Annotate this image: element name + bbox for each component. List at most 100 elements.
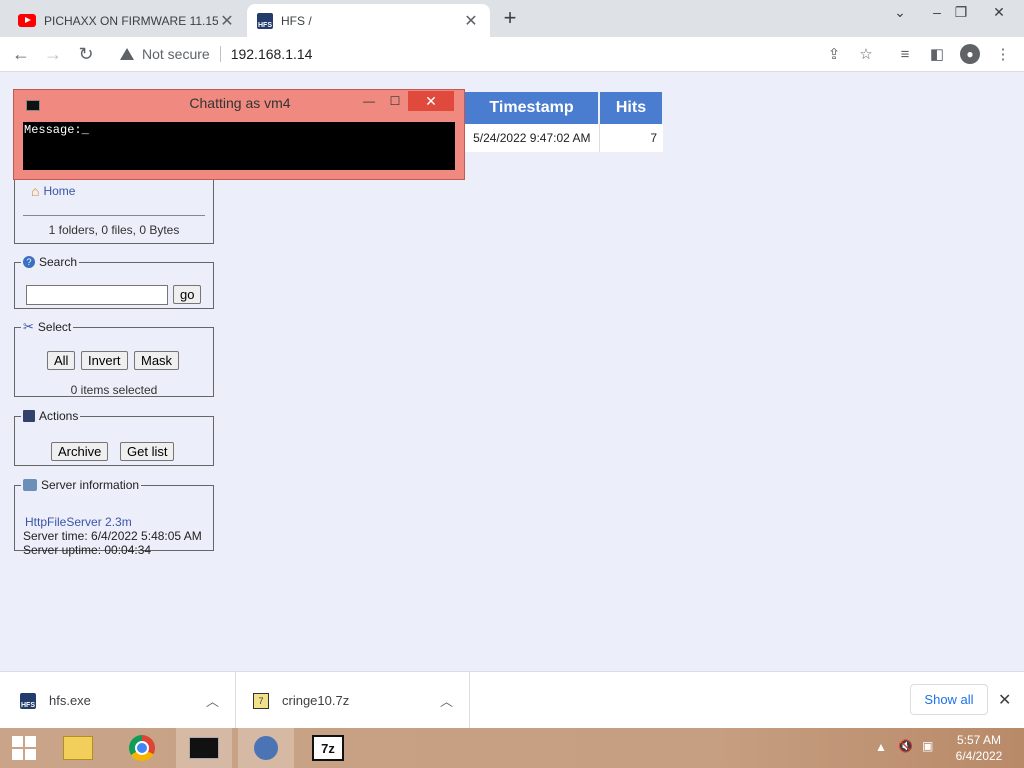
- actions-panel: Actions Archive Get list: [14, 409, 214, 466]
- server-legend: Server information: [21, 478, 141, 492]
- chevron-up-icon[interactable]: ︿: [440, 691, 453, 710]
- browser-toolbar: ← → ↻ Not secure 192.168.1.14 ⇪ ☆ ≡ ◧ ● …: [0, 37, 1024, 72]
- minimize-button[interactable]: —: [356, 91, 382, 111]
- start-button[interactable]: [0, 728, 48, 768]
- actions-label: Actions: [39, 409, 79, 423]
- hfs-icon: HFS: [257, 12, 273, 29]
- taskbar-console[interactable]: [176, 728, 232, 768]
- server-uptime: Server uptime: 00:04:34: [23, 543, 152, 557]
- windows-logo-icon: [12, 736, 36, 760]
- download-item[interactable]: 7 cringe10.7z ︿: [237, 672, 470, 729]
- tab-youtube[interactable]: PICHAXX ON FIRMWARE 11.15 - ✕: [8, 4, 246, 37]
- close-shelf-icon[interactable]: ✕: [998, 690, 1011, 710]
- divider: [23, 215, 205, 216]
- home-link[interactable]: Home: [43, 184, 75, 198]
- speaker-muted-icon[interactable]: 🔇: [898, 739, 913, 753]
- network-icon[interactable]: ▣: [922, 739, 933, 753]
- hfs-globe-icon: [254, 736, 278, 760]
- close-window-button[interactable]: ✕: [984, 2, 1014, 22]
- server-info-panel: Server information HttpFileServer 2.3m S…: [14, 478, 214, 557]
- select-panel: ✂ Select All Invert Mask 0 items selecte…: [14, 319, 214, 397]
- taskbar: 7z ▲ 🔇 ▣ 5:57 AM 6/4/2022: [0, 728, 1024, 768]
- chrome-icon: [129, 735, 155, 761]
- server-label: Server information: [41, 478, 140, 492]
- youtube-icon: [18, 14, 36, 27]
- archive-button[interactable]: Archive: [51, 442, 109, 461]
- download-filename: cringe10.7z: [282, 693, 350, 708]
- save-disk-icon: [23, 410, 35, 422]
- clock[interactable]: 5:57 AM 6/4/2022: [950, 732, 1008, 764]
- tray-overflow-icon[interactable]: ▲: [875, 740, 887, 754]
- close-tab-icon[interactable]: ✕: [462, 12, 480, 30]
- close-button[interactable]: ✕: [408, 91, 454, 111]
- divider: [219, 46, 221, 62]
- table-header-row: Timestamp Hits: [465, 92, 664, 124]
- downloads-shelf: HFS hfs.exe ︿ 7 cringe10.7z ︿ Show all ✕: [0, 671, 1024, 729]
- bookmark-star-icon[interactable]: ☆: [857, 45, 875, 63]
- tab-search-icon[interactable]: ⌄: [885, 2, 915, 22]
- taskbar-file-explorer[interactable]: [50, 728, 106, 768]
- security-label[interactable]: Not secure: [142, 46, 210, 62]
- tab-title: PICHAXX ON FIRMWARE 11.15 -: [44, 13, 218, 28]
- profile-avatar-icon[interactable]: ●: [960, 44, 980, 64]
- server-icon: [23, 479, 37, 491]
- chat-window: Chatting as vm4 — ☐ ✕ Message:_: [13, 89, 465, 180]
- select-legend: ✂ Select: [21, 319, 73, 335]
- address-bar[interactable]: Not secure 192.168.1.14: [108, 40, 888, 68]
- table-row: 5/24/2022 9:47:02 AM 7: [465, 124, 663, 152]
- help-icon: ?: [23, 256, 35, 268]
- forward-button[interactable]: →: [40, 41, 66, 67]
- get-list-button[interactable]: Get list: [120, 442, 175, 461]
- console-icon: [189, 737, 219, 759]
- 7zip-icon: 7z: [312, 735, 344, 761]
- archive-file-icon: 7: [253, 692, 269, 709]
- close-tab-icon[interactable]: ✕: [218, 12, 236, 30]
- home-icon: ⌂: [31, 183, 40, 199]
- back-button[interactable]: ←: [8, 41, 34, 67]
- folder-icon: [63, 736, 93, 760]
- new-tab-button[interactable]: +: [498, 5, 522, 30]
- actions-legend: Actions: [21, 409, 80, 423]
- invert-button[interactable]: Invert: [81, 351, 128, 370]
- restore-button[interactable]: ❐: [946, 2, 976, 22]
- mask-button[interactable]: Mask: [134, 351, 180, 370]
- hfs-icon: HFS: [20, 692, 36, 709]
- timestamp-header[interactable]: Timestamp: [465, 92, 600, 124]
- reload-button[interactable]: ↻: [73, 41, 99, 67]
- download-item[interactable]: HFS hfs.exe ︿: [0, 672, 236, 729]
- search-legend: ? Search: [21, 255, 79, 269]
- taskbar-7zip[interactable]: 7z: [300, 728, 356, 768]
- message-console[interactable]: Message:_: [23, 122, 455, 170]
- hits-cell: 7: [599, 124, 663, 152]
- download-filename: hfs.exe: [49, 693, 91, 708]
- search-input[interactable]: [26, 285, 168, 305]
- menu-kebab-icon[interactable]: ⋮: [994, 45, 1012, 63]
- search-panel: ? Search go: [14, 255, 214, 309]
- folder-stats: 1 folders, 0 files, 0 Bytes: [48, 223, 180, 237]
- chevron-up-icon[interactable]: ︿: [206, 691, 219, 710]
- timestamp-cell: 5/24/2022 9:47:02 AM: [465, 124, 600, 152]
- taskbar-chrome[interactable]: [114, 728, 170, 768]
- warning-icon: [120, 48, 134, 60]
- search-label: Search: [39, 255, 78, 269]
- taskbar-hfs[interactable]: [238, 728, 294, 768]
- selection-status: 0 items selected: [70, 383, 158, 397]
- url-text[interactable]: 192.168.1.14: [231, 46, 313, 62]
- scissors-icon: ✂: [23, 319, 34, 334]
- media-control-icon[interactable]: ≡: [896, 45, 914, 63]
- share-icon[interactable]: ⇪: [825, 45, 843, 63]
- hits-header[interactable]: Hits: [599, 92, 664, 124]
- server-version-link[interactable]: HttpFileServer 2.3m: [25, 515, 132, 529]
- select-label: Select: [37, 320, 72, 334]
- server-time: Server time: 6/4/2022 5:48:05 AM: [23, 529, 202, 543]
- tab-hfs[interactable]: HFS HFS / ✕: [247, 4, 490, 37]
- tab-strip: PICHAXX ON FIRMWARE 11.15 - ✕ HFS HFS / …: [0, 0, 1024, 37]
- select-all-button[interactable]: All: [47, 351, 76, 370]
- show-all-button[interactable]: Show all: [910, 684, 988, 715]
- maximize-button[interactable]: ☐: [382, 91, 408, 111]
- file-table: Timestamp Hits 5/24/2022 9:47:02 AM 7: [465, 92, 664, 152]
- go-button[interactable]: go: [173, 285, 202, 304]
- clock-date: 6/4/2022: [955, 749, 1003, 763]
- tab-title: HFS /: [281, 13, 312, 28]
- side-panel-icon[interactable]: ◧: [928, 45, 946, 63]
